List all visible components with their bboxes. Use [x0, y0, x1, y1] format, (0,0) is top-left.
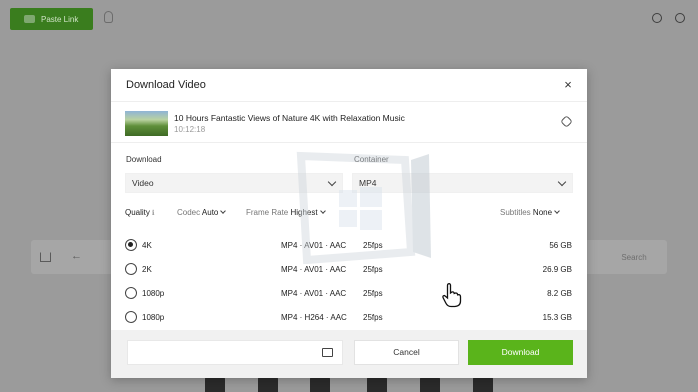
quality-option-row[interactable]: 1080p MP4 · H264 · AAC 25fps 15.3 GB — [111, 306, 587, 330]
dialog-footer: Cancel Download — [111, 330, 587, 378]
option-fps: 25fps — [363, 289, 383, 298]
dialog-header: Download Video × — [111, 69, 587, 101]
option-resolution: 1080p — [142, 289, 165, 298]
option-fps: 25fps — [363, 265, 383, 274]
back-arrow-icon[interactable]: ← — [71, 250, 82, 262]
frame-rate-label: Frame Rate — [246, 208, 289, 217]
settings-icon[interactable] — [652, 13, 662, 23]
video-info: 10 Hours Fantastic Views of Nature 4K wi… — [111, 101, 587, 143]
download-type-value: Video — [132, 178, 154, 188]
dialog-title: Download Video — [126, 79, 206, 91]
top-bar: Paste Link — [0, 0, 698, 36]
option-size: 8.2 GB — [547, 289, 572, 298]
video-thumbnail — [125, 111, 168, 136]
option-size: 15.3 GB — [542, 313, 572, 322]
quality-option-row[interactable]: 1080p MP4 · AV01 · AAC 25fps 8.2 GB — [111, 282, 587, 306]
info-icon: ℹ — [151, 210, 155, 217]
video-duration: 10:12:18 — [174, 125, 206, 134]
option-format: MP4 · AV01 · AAC — [281, 265, 347, 274]
help-icon[interactable] — [675, 13, 685, 23]
download-type-label: Download — [126, 155, 162, 164]
cancel-button[interactable]: Cancel — [354, 340, 459, 365]
hand-cursor-icon — [442, 283, 462, 308]
save-path-field[interactable] — [127, 340, 343, 365]
quality-label: Quality — [125, 208, 150, 217]
chevron-down-icon — [220, 208, 227, 214]
option-format: MP4 · AV01 · AAC — [281, 289, 347, 298]
option-resolution: 2K — [142, 265, 152, 274]
windows-watermark-icon — [296, 151, 431, 264]
download-button[interactable]: Download — [468, 340, 573, 365]
option-resolution: 4K — [142, 241, 152, 250]
codec-label: Codec — [177, 208, 201, 217]
close-button[interactable]: × — [561, 78, 575, 92]
paste-link-label: Paste Link — [41, 14, 79, 24]
radio-button[interactable] — [125, 311, 137, 323]
subtitles-filter[interactable]: Subtitles None — [500, 208, 560, 217]
option-format: MP4 · H264 · AAC — [281, 313, 347, 322]
option-size: 26.9 GB — [542, 265, 572, 274]
radio-button[interactable] — [125, 263, 137, 275]
chevron-down-icon — [554, 208, 560, 214]
link-icon[interactable] — [560, 115, 573, 128]
lightbulb-icon[interactable] — [104, 11, 113, 23]
folder-icon[interactable] — [322, 348, 333, 357]
radio-button-selected[interactable] — [125, 239, 137, 251]
subtitles-label: Subtitles — [500, 208, 531, 217]
option-fps: 25fps — [363, 313, 383, 322]
search-button[interactable]: Search — [606, 250, 662, 265]
youtube-icon — [24, 15, 35, 23]
quality-filter[interactable]: Quality ℹ — [125, 208, 155, 217]
codec-value: Auto — [201, 208, 219, 217]
video-title: 10 Hours Fantastic Views of Nature 4K wi… — [174, 113, 405, 123]
subtitles-value: None — [532, 208, 553, 217]
chevron-down-icon — [557, 177, 567, 187]
option-resolution: 1080p — [142, 313, 165, 322]
paste-link-button[interactable]: Paste Link — [10, 8, 93, 30]
radio-button[interactable] — [125, 287, 137, 299]
codec-filter[interactable]: Codec Auto — [177, 208, 227, 217]
home-icon[interactable] — [40, 252, 51, 262]
option-size: 56 GB — [549, 241, 572, 250]
